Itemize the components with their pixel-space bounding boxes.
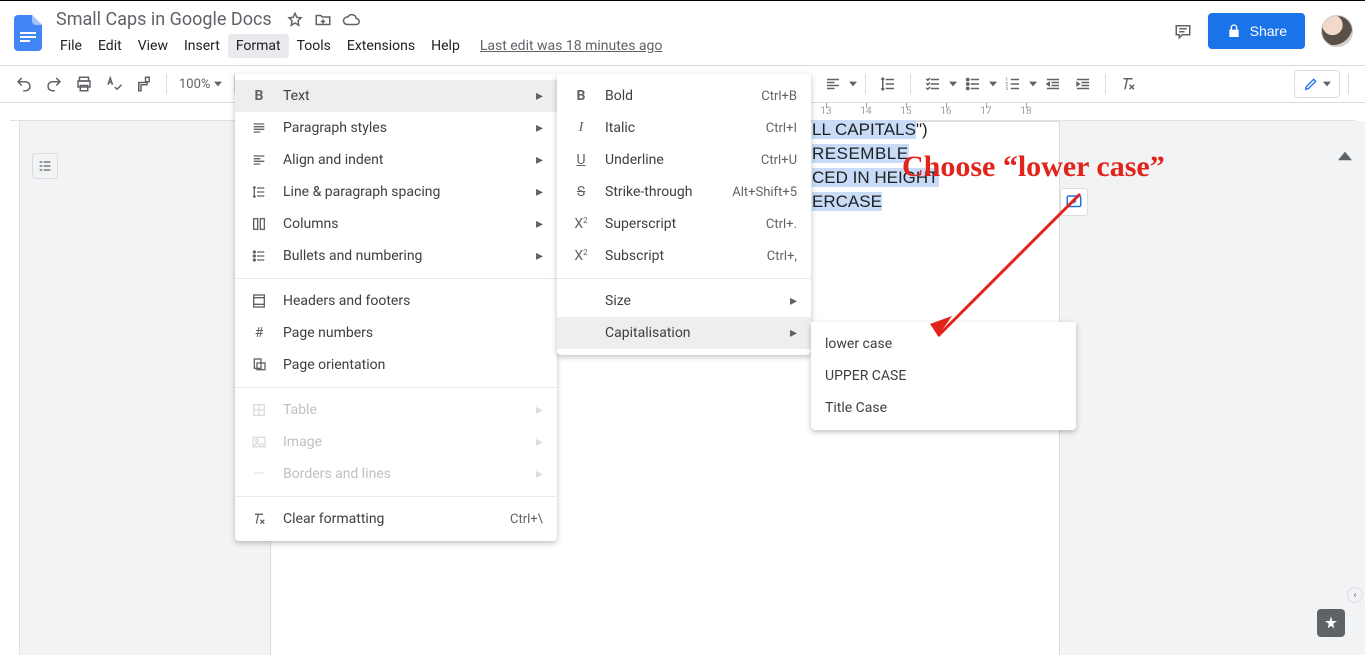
- spellcheck-button[interactable]: [100, 70, 128, 98]
- paint-format-button[interactable]: [130, 70, 158, 98]
- account-avatar[interactable]: [1321, 15, 1353, 47]
- format-bullets-numbering-item[interactable]: Bullets and numbering▸: [235, 240, 557, 272]
- menu-file[interactable]: File: [52, 34, 90, 58]
- increase-indent-button[interactable]: [1069, 70, 1097, 98]
- vertical-ruler[interactable]: [0, 121, 20, 655]
- docs-app-icon[interactable]: [8, 13, 48, 53]
- clear-formatting-button[interactable]: [1114, 70, 1142, 98]
- format-headers-footers-item[interactable]: Headers and footers: [235, 285, 557, 317]
- cloud-status-icon[interactable]: [342, 11, 360, 29]
- capitalisation-submenu-dropdown: lower case UPPER CASE Title Case: [811, 322, 1076, 430]
- decrease-indent-button[interactable]: [1039, 70, 1067, 98]
- share-button-label: Share: [1250, 23, 1287, 39]
- svg-text:3: 3: [1006, 86, 1009, 92]
- format-menu-dropdown: BText▸ Paragraph styles▸ Align and inden…: [235, 74, 557, 541]
- numbered-list-button[interactable]: 123: [999, 70, 1027, 98]
- text-italic-item[interactable]: IItalicCtrl+I: [557, 112, 811, 144]
- text-size-item...[interactable]: Size▸: [557, 285, 811, 317]
- text-strikethrough-item[interactable]: SStrike-throughAlt+Shift+5: [557, 176, 811, 208]
- format-image-item: Image▸: [235, 426, 557, 458]
- text-subscript-item[interactable]: X2SubscriptCtrl+,: [557, 240, 811, 272]
- star-icon[interactable]: [286, 11, 304, 29]
- side-scroll-button[interactable]: ‹: [1347, 587, 1363, 603]
- cap-uppercase-item[interactable]: UPPER CASE: [811, 360, 1076, 392]
- text-superscript-item[interactable]: X2SuperscriptCtrl+.: [557, 208, 811, 240]
- format-clear-formatting-item[interactable]: Clear formattingCtrl+\: [235, 503, 557, 535]
- align-button[interactable]: [819, 70, 847, 98]
- menubar: File Edit View Insert Format Tools Exten…: [52, 34, 1174, 58]
- format-text-item[interactable]: BText▸: [235, 80, 557, 112]
- format-borders-lines-item: —Borders and lines▸: [235, 458, 557, 490]
- menu-format[interactable]: Format: [228, 34, 289, 58]
- hide-menus-button[interactable]: [1333, 144, 1357, 168]
- text-capitalisation-item[interactable]: Capitalisation▸: [557, 317, 811, 349]
- menu-view[interactable]: View: [130, 34, 176, 58]
- outline-toggle-button[interactable]: [32, 153, 58, 179]
- format-align-indent-item[interactable]: Align and indent▸: [235, 144, 557, 176]
- print-button[interactable]: [70, 70, 98, 98]
- menu-extensions[interactable]: Extensions: [339, 34, 423, 58]
- menu-edit[interactable]: Edit: [90, 34, 130, 58]
- menu-tools[interactable]: Tools: [289, 34, 339, 58]
- last-edit-link[interactable]: Last edit was 18 minutes ago: [480, 34, 663, 58]
- add-comment-button[interactable]: [1060, 188, 1088, 216]
- explore-button[interactable]: [1317, 609, 1345, 637]
- format-line-spacing-item[interactable]: Line & paragraph spacing▸: [235, 176, 557, 208]
- comments-icon[interactable]: [1174, 22, 1192, 40]
- text-bold-item[interactable]: BBoldCtrl+B: [557, 80, 811, 112]
- format-table-item: Table▸: [235, 394, 557, 426]
- undo-button[interactable]: [10, 70, 38, 98]
- menu-help[interactable]: Help: [423, 34, 468, 58]
- text-submenu-dropdown: BBoldCtrl+B IItalicCtrl+I UUnderlineCtrl…: [557, 74, 811, 355]
- format-paragraph-styles-item[interactable]: Paragraph styles▸: [235, 112, 557, 144]
- format-page-orientation-item[interactable]: Page orientation: [235, 349, 557, 381]
- menu-insert[interactable]: Insert: [176, 34, 228, 58]
- zoom-select[interactable]: 100%: [175, 77, 226, 92]
- document-body-text[interactable]: LL CAPITALS") RESEMBLE CED IN HEIGHT ERC…: [812, 118, 939, 214]
- cap-lowercase-item[interactable]: lower case: [811, 328, 1076, 360]
- bulleted-list-button[interactable]: [959, 70, 987, 98]
- editing-mode-button[interactable]: [1294, 70, 1340, 98]
- cap-titlecase-item[interactable]: Title Case: [811, 392, 1076, 424]
- redo-button[interactable]: [40, 70, 68, 98]
- format-page-numbers-item[interactable]: #Page numbers: [235, 317, 557, 349]
- text-underline-item[interactable]: UUnderlineCtrl+U: [557, 144, 811, 176]
- doc-title[interactable]: Small Caps in Google Docs: [52, 7, 276, 32]
- format-columns-item[interactable]: Columns▸: [235, 208, 557, 240]
- checklist-button[interactable]: [919, 70, 947, 98]
- move-icon[interactable]: [314, 11, 332, 29]
- line-spacing-button[interactable]: [874, 70, 902, 98]
- share-button[interactable]: Share: [1208, 13, 1305, 49]
